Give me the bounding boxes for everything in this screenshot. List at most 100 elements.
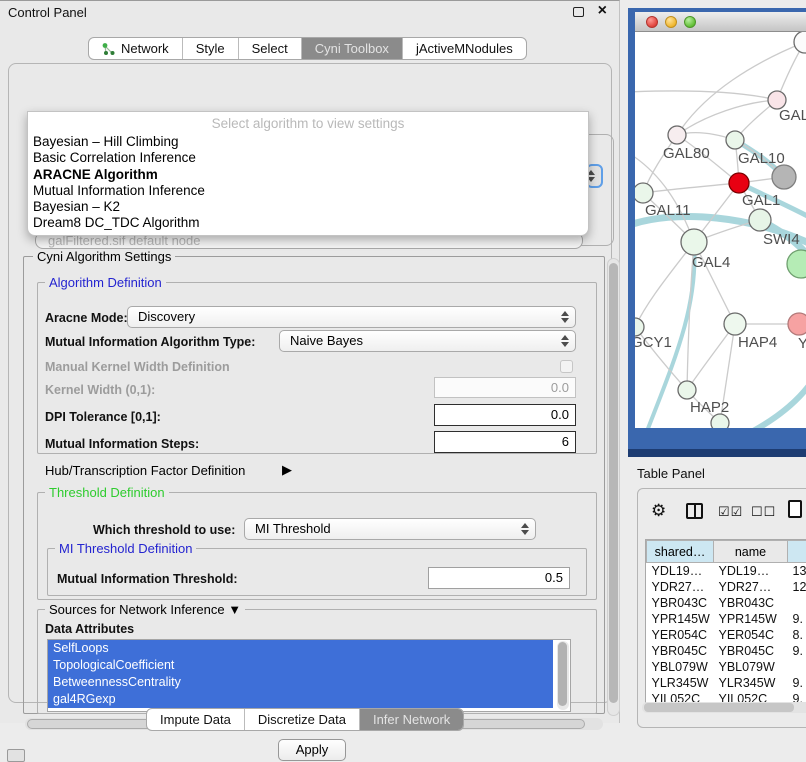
minimize-traffic-light[interactable] [665,16,677,28]
table-row[interactable]: YLR345WYLR345W9. [647,675,806,691]
tab-style[interactable]: Style [183,38,239,59]
network-window-titlebar[interactable] [635,12,806,32]
network-node-bottom-node[interactable] [711,414,729,428]
sources-group-title[interactable]: Sources for Network Inference ▼ [45,602,245,617]
table-horizontal-scrollbar[interactable] [642,702,806,713]
network-node-SWI4[interactable] [749,209,771,231]
table-cell: YBR043C [647,595,714,611]
close-traffic-light[interactable] [646,16,658,28]
tab-label: Impute Data [160,712,231,727]
table-cell: 8. [788,627,806,643]
attribute-item[interactable]: SelfLoops [48,640,553,657]
control-panel-titlebar[interactable]: Control Panel × [0,1,619,25]
attribute-item[interactable]: gal4RGexp [48,691,553,708]
column-header[interactable]: shared… [647,541,714,563]
mi-type-select[interactable]: Naive Bayes [279,330,576,352]
attribute-item[interactable]: BetweennessCentrality [48,674,553,691]
column-header[interactable]: A [788,541,806,563]
algorithm-option[interactable]: Bayesian – K2 [28,199,588,215]
tab-label: jActiveMNodules [416,41,513,56]
zoom-traffic-light[interactable] [684,16,696,28]
columns-icon[interactable] [686,503,703,519]
column-header[interactable]: name [714,541,788,563]
table-row[interactable]: YDL19…YDL19…13 [647,563,806,579]
table-row[interactable]: YBR043CYBR043C [647,595,806,611]
table-row[interactable]: YBR045CYBR045C9. [647,643,806,659]
network-node-gray-node[interactable] [772,165,796,189]
kernel-width-field[interactable]: 0.0 [434,377,576,398]
network-node-salmon[interactable] [788,313,806,335]
dpi-tolerance-field[interactable]: 0.0 [434,404,576,426]
hub-definition-label[interactable]: Hub/Transcription Factor Definition [45,463,245,478]
manual-kernel-checkbox[interactable] [560,360,573,373]
network-edge[interactable] [643,183,739,193]
apply-button[interactable]: Apply [278,739,346,761]
network-edge[interactable] [635,91,777,100]
network-node-HAP2[interactable] [678,381,696,399]
network-edge[interactable] [635,242,694,327]
table-cell: YBR043C [714,595,788,611]
table-cell: 9. [788,611,806,627]
mi-steps-label: Mutual Information Steps: [45,437,199,451]
network-edge[interactable] [655,377,806,428]
network-node-big-green[interactable] [787,250,806,278]
tab-label: Infer Network [373,712,450,727]
tab-infer-network[interactable]: Infer Network [360,709,463,730]
scrollbar-thumb[interactable] [644,703,794,712]
clear-all-checkboxes-icon[interactable]: ☐☐ [751,504,776,520]
tab-jactivemnodules[interactable]: jActiveMNodules [403,38,526,59]
node-label: GAL80 [663,145,710,162]
tab-label: Select [252,41,288,56]
table-row[interactable]: YER054CYER054C8. [647,627,806,643]
panel-corner-button[interactable] [7,749,25,762]
algorithm-option[interactable]: Mutual Information Inference [28,183,588,199]
mi-threshold-field[interactable]: 0.5 [428,567,570,589]
network-node-GAL80[interactable] [668,126,686,144]
node-label: GAL [779,107,806,124]
scrollbar-thumb[interactable] [609,263,618,703]
collapse-arrow-icon[interactable]: ▶ [282,462,292,478]
tab-network[interactable]: Network [89,38,183,59]
table-cell [788,595,806,611]
select-all-checkboxes-icon[interactable]: ☑☑ [718,504,743,520]
network-node-top-partial[interactable] [794,32,806,53]
attribute-item[interactable]: TopologicalCoefficient [48,657,553,674]
gear-icon[interactable]: ⚙ [651,501,666,521]
table-cell: 9. [788,675,806,691]
network-edge[interactable] [687,324,735,390]
table-panel-title: Table Panel [637,466,705,481]
network-edge[interactable] [677,100,777,135]
network-node-GAL4[interactable] [681,229,707,255]
table-row[interactable]: YBL079WYBL079W [647,659,806,675]
tab-cyni-toolbox[interactable]: Cyni Toolbox [302,38,403,59]
network-view-window: GALGAL80GAL10GAL1GAL11SWI4GAL4GCY1HAP4YH… [628,8,806,457]
new-table-icon[interactable] [788,500,802,518]
table-row[interactable]: YPR145WYPR145W9. [647,611,806,627]
tab-discretize-data[interactable]: Discretize Data [245,709,360,730]
tab-select[interactable]: Select [239,38,302,59]
network-node-GAL1-red[interactable] [729,173,749,193]
close-icon[interactable]: × [598,2,607,20]
network-node-GAL11[interactable] [635,183,653,203]
table-cell: YER054C [714,627,788,643]
algorithm-option[interactable]: Basic Correlation Inference [28,150,588,166]
network-canvas[interactable]: GALGAL80GAL10GAL1GAL11SWI4GAL4GCY1HAP4YH… [635,32,806,428]
table-header-row[interactable]: shared…nameA [647,541,806,563]
algorithm-option[interactable]: ARACNE Algorithm [28,167,588,183]
table-cell: YBL079W [714,659,788,675]
table-row[interactable]: YDR27…YDR27…12 [647,579,806,595]
aracne-mode-select[interactable]: Discovery [127,306,576,328]
settings-vertical-scrollbar[interactable] [607,258,620,716]
node-label: HAP2 [690,399,729,416]
node-attribute-table[interactable]: shared…nameA YDL19…YDL19…13YDR27…YDR27…1… [645,539,806,703]
mi-steps-field[interactable]: 6 [434,431,576,453]
network-node-HAP4[interactable] [724,313,746,335]
algorithm-option[interactable]: Dream8 DC_TDC Algorithm [28,215,588,231]
float-window-icon[interactable] [573,7,584,17]
attributes-scrollbar[interactable] [557,641,569,710]
which-threshold-select[interactable]: MI Threshold [244,518,536,540]
network-node-GAL10[interactable] [726,131,744,149]
algorithm-option[interactable]: Bayesian – Hill Climbing [28,134,588,150]
table-cell: YBR045C [714,643,788,659]
tab-impute-data[interactable]: Impute Data [147,709,245,730]
